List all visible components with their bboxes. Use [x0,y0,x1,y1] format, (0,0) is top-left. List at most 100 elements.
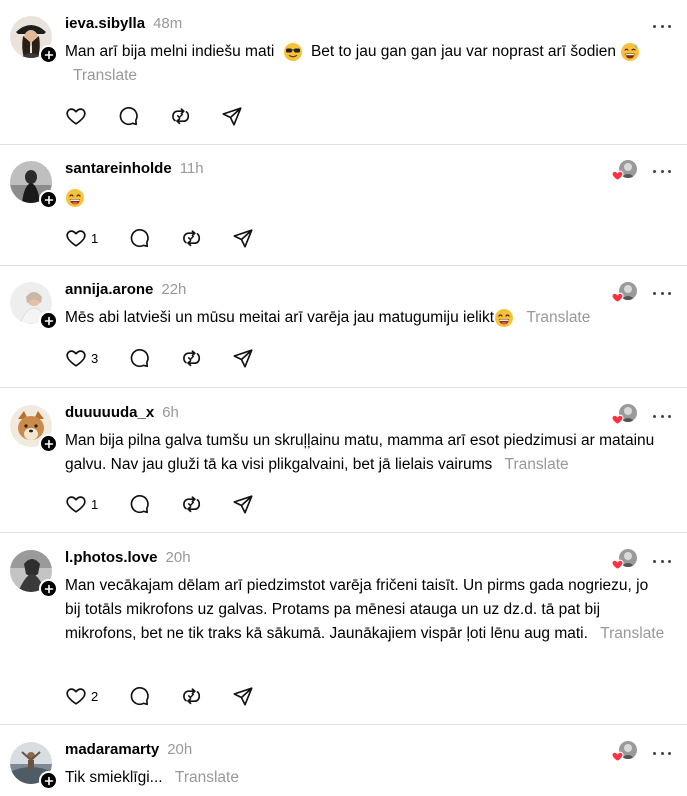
like-count: 1 [91,496,99,512]
more-options-button[interactable] [653,558,671,564]
heart-outline-icon [65,685,87,707]
reply-post: ieva.sibylla 48m Man arī bija melni indi… [0,0,687,145]
avatar-wrap [10,282,58,330]
heart-filled-icon [611,750,624,763]
post-text [65,186,667,210]
like-count: 3 [91,350,99,366]
reply-button[interactable] [128,347,150,369]
translate-link[interactable]: Translate [73,67,137,84]
username[interactable]: santareinholde [65,160,172,177]
heart-filled-icon [611,169,624,182]
reply-button[interactable] [128,685,150,707]
avatar-wrap [10,16,58,64]
grinning-emoji-icon [494,308,514,328]
paper-plane-icon [221,105,243,127]
liked-by-author [611,160,637,182]
like-button[interactable]: 1 [65,227,98,249]
action-bar: 1 [65,226,284,250]
repost-button[interactable] [180,227,202,249]
sweat-smile-emoji-icon [620,42,640,62]
timestamp[interactable]: 20h [166,549,191,566]
like-button[interactable] [65,105,87,127]
follow-button[interactable] [39,771,58,790]
more-options-button[interactable] [653,23,671,29]
heart-outline-icon [65,105,87,127]
plus-icon [44,584,54,594]
follow-button[interactable] [39,311,58,330]
follow-button[interactable] [39,434,58,453]
heart-filled-icon [611,413,624,426]
reply-post: l.photos.love 20h Man vecākajam dēlam ar… [0,533,687,725]
avatar-wrap [10,405,58,453]
paper-plane-icon [232,685,254,707]
share-button[interactable] [221,105,243,127]
timestamp[interactable]: 20h [167,741,192,758]
avatar-wrap [10,550,58,598]
timestamp[interactable]: 11h [180,160,204,177]
translate-link[interactable]: Translate [505,456,569,473]
more-options-button[interactable] [653,413,671,419]
like-button[interactable]: 3 [65,347,98,369]
post-text: Mēs abi latvieši un mūsu meitai arī varē… [65,308,591,328]
share-button[interactable] [232,493,254,515]
reply-button[interactable] [128,493,150,515]
repost-button[interactable] [169,105,191,127]
heart-outline-icon [65,493,87,515]
like-button[interactable]: 1 [65,493,98,515]
speech-bubble-icon [117,105,139,127]
translate-link[interactable]: Translate [175,769,239,786]
thread-replies-feed: ieva.sibylla 48m Man arī bija melni indi… [0,0,687,796]
action-bar: 1 [65,492,284,516]
post-text: Man arī bija melni indiešu mati Bet to j… [65,40,667,88]
follow-button[interactable] [39,45,58,64]
repost-button[interactable] [180,347,202,369]
plus-icon [44,50,54,60]
reply-button[interactable] [117,105,139,127]
more-options-button[interactable] [653,290,671,296]
heart-outline-icon [65,227,87,249]
repost-icon [180,227,202,249]
reply-post: santareinholde 11h 1 [0,145,687,266]
follow-button[interactable] [39,579,58,598]
translate-link[interactable]: Translate [600,625,664,642]
repost-button[interactable] [180,493,202,515]
heart-outline-icon [65,347,87,369]
reply-post: duuuuuda_x 6h Man bija pilna galva tumšu… [0,388,687,533]
translate-link[interactable]: Translate [526,309,590,326]
paper-plane-icon [232,347,254,369]
timestamp[interactable]: 22h [161,281,186,298]
follow-button[interactable] [39,190,58,209]
liked-by-author [611,282,637,304]
repost-button[interactable] [180,685,202,707]
username[interactable]: madaramarty [65,741,159,758]
username[interactable]: duuuuuda_x [65,404,154,421]
username[interactable]: annija.arone [65,281,153,298]
more-options-button[interactable] [653,750,671,756]
like-count: 2 [91,688,99,704]
share-button[interactable] [232,685,254,707]
speech-bubble-icon [128,227,150,249]
reply-button[interactable] [128,227,150,249]
like-button[interactable]: 2 [65,685,98,707]
paper-plane-icon [232,493,254,515]
share-button[interactable] [232,347,254,369]
speech-bubble-icon [128,347,150,369]
post-text: Man vecākajam dēlam arī piedzimstot varē… [65,577,665,642]
action-bar: 2 [65,684,284,708]
share-button[interactable] [232,227,254,249]
heart-filled-icon [611,291,624,304]
liked-by-author [611,549,637,571]
plus-icon [44,195,54,205]
timestamp[interactable]: 6h [162,404,179,421]
username[interactable]: ieva.sibylla [65,15,145,32]
more-options-button[interactable] [653,168,671,174]
avatar-wrap [10,742,58,790]
repost-icon [180,347,202,369]
liked-by-author [611,741,637,763]
action-bar: 3 [65,346,284,370]
repost-icon [180,493,202,515]
username[interactable]: l.photos.love [65,549,158,566]
grinning-emoji-icon [65,188,85,208]
reply-post: annija.arone 22h Mēs abi latvieši un mūs… [0,266,687,388]
timestamp[interactable]: 48m [153,15,182,32]
